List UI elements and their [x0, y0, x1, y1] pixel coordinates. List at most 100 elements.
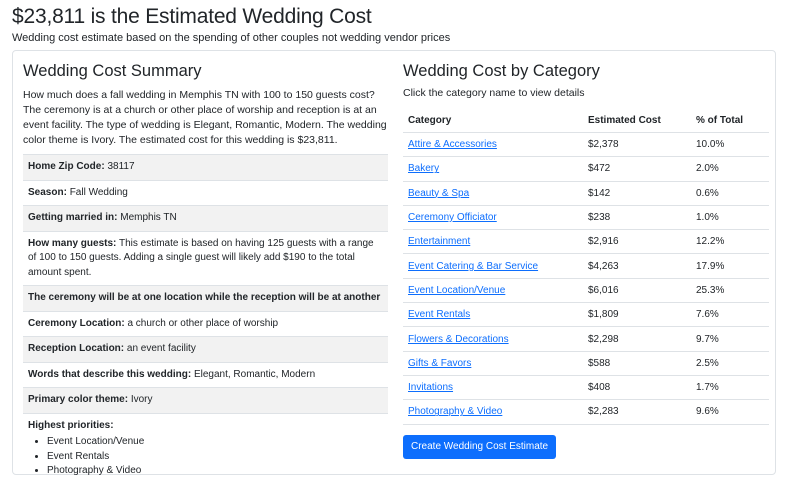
summary-heading: Wedding Cost Summary [23, 62, 202, 80]
summary-row: How many guests: This estimate is based … [23, 230, 388, 286]
summary-row-label: How many guests: [28, 237, 117, 249]
summary-row-value: 38117 [107, 161, 135, 172]
summary-row-value: Elegant, Romantic, Modern [193, 368, 316, 380]
column-header-percent: % of Total [691, 109, 769, 133]
summary-row-label: Season: [28, 186, 67, 198]
summary-row-label: Words that describe this wedding: [28, 368, 192, 380]
column-header-category: Category [403, 109, 583, 133]
priorities-list: Event Location/VenueEvent RentalsPhotogr… [28, 435, 383, 479]
table-header-row: Category Estimated Cost % of Total [403, 109, 769, 133]
summary-list: Home Zip Code: 38117 Season: Fall Wedding… [23, 154, 388, 413]
table-row: Flowers & Decorations $2,298 9.7% [403, 326, 769, 352]
percent-cell: 10.0% [691, 132, 769, 158]
percent-cell: 0.6% [691, 181, 769, 206]
page-header: $23,811 is the Estimated Wedding Cost We… [12, 6, 450, 45]
summary-section: Wedding Cost Summary How much does a fal… [23, 61, 388, 484]
summary-row-value: a church or other place of worship [127, 317, 279, 329]
category-cell: Event Rentals [403, 302, 583, 328]
percent-cell: 7.6% [691, 302, 769, 328]
table-row: Entertainment $2,916 12.2% [403, 229, 769, 255]
category-link[interactable]: Invitations [408, 382, 453, 393]
summary-row: Words that describe this wedding: Elegan… [23, 361, 388, 388]
percent-cell: 25.3% [691, 278, 769, 304]
category-link[interactable]: Ceremony Officiator [408, 212, 497, 223]
summary-row-value: Fall Wedding [69, 186, 128, 198]
priority-item: Photography & Video [47, 464, 383, 479]
category-cell: Photography & Video [403, 399, 583, 425]
table-row: Bakery $472 2.0% [403, 156, 769, 182]
category-subheading: Click the category name to view details [403, 87, 585, 99]
create-estimate-button[interactable]: Create Wedding Cost Estimate [403, 434, 557, 459]
summary-row-label: Ceremony Location: [28, 317, 125, 329]
category-cell: Attire & Accessories [403, 132, 583, 158]
percent-cell: 12.2% [691, 229, 769, 255]
summary-row: Getting married in: Memphis TN [23, 205, 388, 231]
page-subtitle: Wedding cost estimate based on the spend… [12, 32, 451, 44]
estimated-cost-cell: $2,916 [583, 229, 691, 255]
estimated-cost-cell: $408 [583, 375, 691, 401]
category-section: Wedding Cost by Category Click the categ… [403, 61, 769, 459]
category-link[interactable]: Attire & Accessories [408, 139, 497, 150]
category-cell: Beauty & Spa [403, 181, 583, 206]
category-table: Category Estimated Cost % of Total Attir… [403, 109, 769, 425]
summary-row-value: an event facility [126, 343, 196, 354]
priority-item: Event Location/Venue [47, 435, 383, 450]
table-row: Event Rentals $1,809 7.6% [403, 302, 769, 328]
percent-cell: 2.5% [691, 351, 769, 376]
estimated-cost-cell: $4,263 [583, 253, 691, 279]
table-row: Event Catering & Bar Service $4,263 17.9% [403, 253, 769, 279]
category-link[interactable]: Event Catering & Bar Service [408, 261, 538, 272]
summary-row-label: Home Zip Code: [28, 161, 105, 172]
category-cell: Ceremony Officiator [403, 205, 583, 231]
percent-cell: 9.7% [691, 326, 769, 352]
summary-row: Primary color theme: Ivory [23, 387, 388, 413]
summary-row-label: Reception Location: [28, 343, 125, 354]
category-cell: Entertainment [403, 229, 583, 255]
estimated-cost-cell: $588 [583, 351, 691, 376]
estimated-cost-cell: $472 [583, 156, 691, 182]
estimated-cost-cell: $2,283 [583, 399, 691, 425]
category-link[interactable]: Event Location/Venue [408, 285, 505, 296]
percent-cell: 17.9% [691, 253, 769, 279]
column-header-cost: Estimated Cost [583, 109, 691, 133]
category-link[interactable]: Event Rentals [408, 309, 470, 320]
estimated-cost-cell: $6,016 [583, 278, 691, 304]
category-cell: Invitations [403, 375, 583, 401]
estimated-cost-cell: $1,809 [583, 302, 691, 328]
summary-row-label: Primary color theme: [28, 394, 129, 405]
category-cell: Bakery [403, 156, 583, 182]
percent-cell: 1.0% [691, 205, 769, 231]
estimated-cost-cell: $2,378 [583, 132, 691, 158]
percent-cell: 2.0% [691, 156, 769, 182]
percent-cell: 1.7% [691, 375, 769, 401]
summary-row-label: Getting married in: [28, 212, 118, 223]
summary-row-value: Ivory [130, 394, 153, 405]
priority-item: Event Rentals [47, 450, 383, 465]
summary-row: Home Zip Code: 38117 [23, 154, 388, 180]
table-row: Beauty & Spa $142 0.6% [403, 181, 769, 206]
category-link[interactable]: Bakery [408, 163, 439, 174]
summary-row: The ceremony will be at one location whi… [23, 285, 388, 311]
category-link[interactable]: Photography & Video [408, 406, 502, 417]
page: $23,811 is the Estimated Wedding Cost We… [0, 0, 800, 476]
summary-row-label: The ceremony will be at one location whi… [28, 292, 381, 303]
category-link[interactable]: Beauty & Spa [408, 188, 469, 199]
priorities-block: Highest priorities: Event Location/Venue… [23, 412, 388, 484]
category-link[interactable]: Flowers & Decorations [408, 334, 509, 345]
results-card: Wedding Cost Summary How much does a fal… [12, 50, 776, 476]
table-row: Attire & Accessories $2,378 10.0% [403, 132, 769, 158]
summary-row: Reception Location: an event facility [23, 336, 388, 362]
summary-row: Season: Fall Wedding [23, 179, 388, 206]
summary-row: Ceremony Location: a church or other pla… [23, 310, 388, 337]
category-table-body: Attire & Accessories $2,378 10.0% Bakery $47… [403, 132, 769, 425]
table-row: Gifts & Favors $588 2.5% [403, 351, 769, 376]
estimated-cost-cell: $2,298 [583, 326, 691, 352]
category-cell: Event Catering & Bar Service [403, 253, 583, 279]
category-link[interactable]: Gifts & Favors [408, 358, 471, 369]
category-link[interactable]: Entertainment [408, 236, 470, 247]
estimated-cost-cell: $142 [583, 181, 691, 206]
percent-cell: 9.6% [691, 399, 769, 425]
priorities-label: Highest priorities: [28, 419, 114, 431]
page-title: $23,811 is the Estimated Wedding Cost [12, 5, 372, 28]
category-cell: Event Location/Venue [403, 278, 583, 304]
